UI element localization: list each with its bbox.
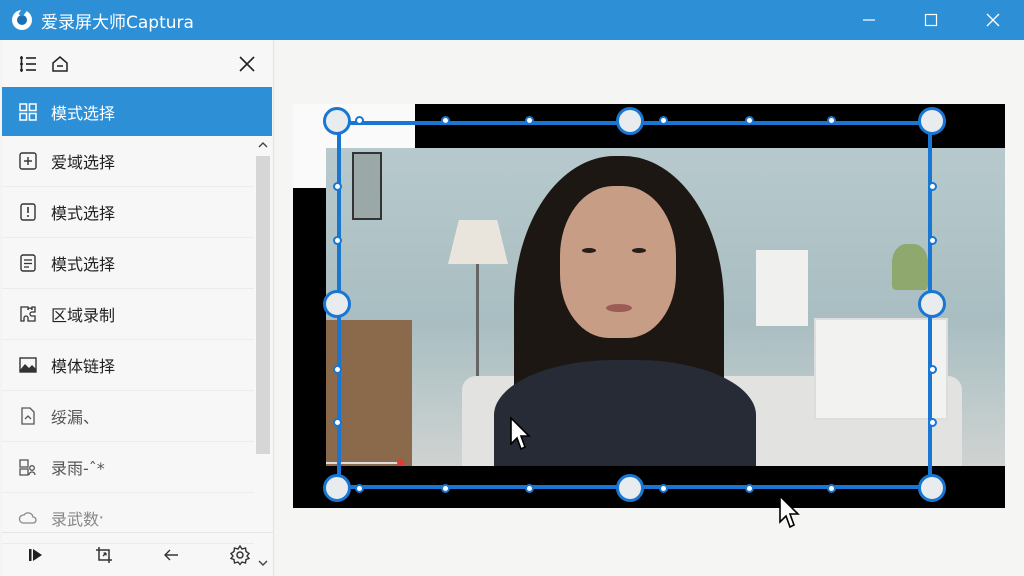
settings-button[interactable] (227, 542, 253, 568)
crop-icon (96, 546, 112, 563)
edge-handle-top[interactable] (659, 116, 668, 125)
sidebar-item-area-record[interactable]: 区域录制 (2, 289, 254, 340)
edge-handle-bottom[interactable] (441, 484, 450, 493)
maximize-button[interactable] (900, 0, 962, 40)
selection-region[interactable] (337, 121, 932, 489)
sidebar-item-label: 模式选择 (51, 103, 116, 123)
chevron-up-icon (258, 142, 268, 148)
edge-handle-top[interactable] (745, 116, 754, 125)
people-box-icon (17, 456, 39, 478)
close-sidebar-button[interactable] (235, 52, 259, 76)
title-bar: 爱录屏大师Captura (0, 0, 1024, 40)
edge-handle-top[interactable] (827, 116, 836, 125)
resize-handle-bottom-left[interactable] (323, 474, 351, 502)
edge-handle-left[interactable] (333, 182, 342, 191)
document-icon (17, 252, 39, 274)
sidebar-item-label: 录雨-ˆ* (51, 459, 105, 478)
edge-handle-bottom[interactable] (745, 484, 754, 493)
sidebar: 模式选择 爱域选择 模式选择 模式选择 区域录制 模体链择 绥漏、 录雨-ˆ* … (2, 40, 274, 576)
maximize-icon (924, 13, 938, 27)
resize-handle-top-left[interactable] (323, 107, 351, 135)
window-title: 爱录屏大师Captura (41, 12, 194, 33)
list-icon (20, 55, 36, 72)
edge-handle-left[interactable] (333, 236, 342, 245)
list-settings-button[interactable] (16, 52, 40, 76)
play-next-button[interactable] (23, 542, 49, 568)
puzzle-icon (17, 303, 39, 325)
mouse-cursor-icon (779, 494, 800, 529)
file-icon (17, 405, 39, 427)
sidebar-item-label: 区域录制 (51, 306, 116, 325)
play-next-icon (29, 548, 42, 561)
sidebar-scrollbar[interactable] (254, 136, 272, 572)
sidebar-item-label: 录武数ˑ (51, 510, 105, 529)
gear-icon (229, 544, 251, 566)
add-box-icon (17, 150, 39, 172)
scroll-thumb[interactable] (256, 156, 270, 454)
sidebar-list: 爱域选择 模式选择 模式选择 区域录制 模体链择 绥漏、 录雨-ˆ* 录武数ˑ (2, 136, 254, 570)
app-logo-icon (12, 10, 32, 30)
sidebar-item-label: 模式选择 (51, 204, 116, 223)
preview-area[interactable] (275, 40, 1024, 576)
sidebar-item-mode-select-2[interactable]: 模式选择 (2, 187, 254, 238)
grid-icon (17, 101, 39, 123)
crop-button[interactable] (91, 542, 117, 568)
edge-handle-left[interactable] (333, 365, 342, 374)
resize-handle-middle-left[interactable] (323, 290, 351, 318)
sidebar-item-label: 模体链择 (51, 357, 116, 376)
close-icon (239, 56, 255, 72)
edge-handle-right[interactable] (928, 236, 937, 245)
window-controls (838, 0, 1024, 40)
sidebar-item-mode-select-3[interactable]: 模式选择 (2, 238, 254, 289)
edge-handle-bottom[interactable] (525, 484, 534, 493)
edge-handle-bottom[interactable] (355, 484, 364, 493)
minimize-button[interactable] (838, 0, 900, 40)
arrow-left-icon (164, 549, 178, 560)
home-button[interactable] (48, 52, 72, 76)
home-icon (52, 55, 68, 72)
resize-handle-bottom-right[interactable] (918, 474, 946, 502)
edge-handle-top[interactable] (525, 116, 534, 125)
sidebar-header (2, 40, 273, 87)
scroll-up-button[interactable] (254, 136, 272, 154)
edge-handle-bottom[interactable] (659, 484, 668, 493)
edge-handle-top[interactable] (355, 116, 364, 125)
sidebar-item-8[interactable]: 录雨-ˆ* (2, 442, 254, 493)
mouse-cursor-icon (510, 416, 531, 451)
close-window-button[interactable] (962, 0, 1024, 40)
minimize-icon (863, 19, 875, 21)
sidebar-item-label: 爱域选择 (51, 153, 116, 172)
edge-handle-top[interactable] (441, 116, 450, 125)
sidebar-item-label: 模式选择 (51, 255, 116, 274)
back-button[interactable] (159, 542, 185, 568)
sidebar-footer (2, 532, 274, 576)
edge-handle-bottom[interactable] (827, 484, 836, 493)
info-box-icon (17, 201, 39, 223)
sidebar-item-7[interactable]: 绥漏、 (2, 391, 254, 442)
resize-handle-bottom-center[interactable] (616, 474, 644, 502)
resize-handle-middle-right[interactable] (918, 290, 946, 318)
close-icon (986, 13, 1000, 27)
sidebar-item-mode-select[interactable]: 模式选择 (2, 87, 272, 136)
sidebar-item-label: 绥漏、 (51, 408, 100, 427)
edge-handle-right[interactable] (928, 182, 937, 191)
resize-handle-top-center[interactable] (616, 107, 644, 135)
edge-handle-left[interactable] (333, 418, 342, 427)
sidebar-item-region-select[interactable]: 爱域选择 (2, 136, 254, 187)
resize-handle-top-right[interactable] (918, 107, 946, 135)
edge-handle-right[interactable] (928, 418, 937, 427)
sidebar-item-body-select[interactable]: 模体链择 (2, 340, 254, 391)
edge-handle-right[interactable] (928, 365, 937, 374)
image-icon (17, 354, 39, 376)
cloud-icon (17, 507, 39, 529)
